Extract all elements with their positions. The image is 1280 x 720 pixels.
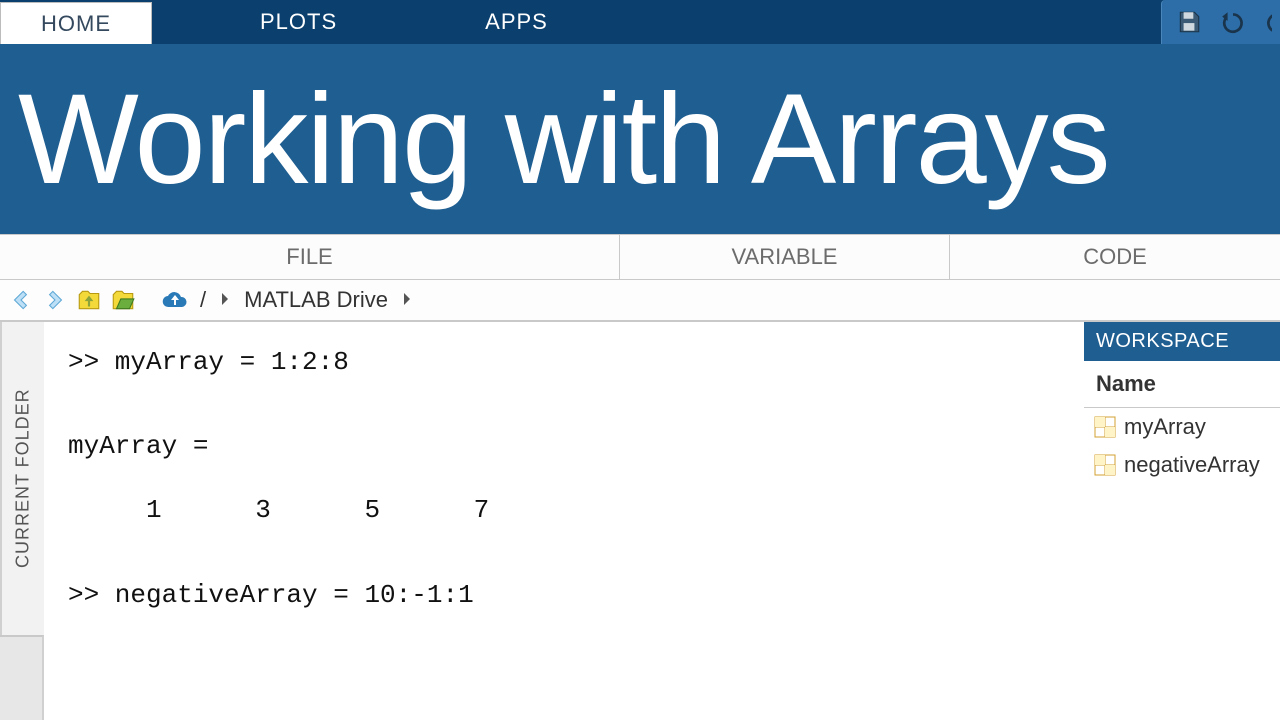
- breadcrumb-root[interactable]: /: [200, 287, 206, 313]
- section-file: FILE: [0, 235, 620, 279]
- cloud-icon[interactable]: [160, 285, 190, 315]
- breadcrumb-drive[interactable]: MATLAB Drive: [244, 287, 388, 313]
- save-icon[interactable]: [1176, 9, 1202, 35]
- workspace-header: WORKSPACE: [1084, 322, 1280, 361]
- banner-title: Working with Arrays: [18, 66, 1109, 213]
- undo-icon[interactable]: [1220, 9, 1246, 35]
- chevron-right-icon: [402, 292, 412, 309]
- browse-folder-icon[interactable]: [108, 285, 138, 315]
- section-variable: VARIABLE: [620, 235, 950, 279]
- main-tabstrip: HOME PLOTS APPS: [0, 0, 1280, 44]
- main-area: CURRENT FOLDER >> myArray = 1:2:8 myArra…: [0, 322, 1280, 720]
- workspace-variable[interactable]: negativeArray: [1084, 446, 1280, 484]
- workspace-variable-name: myArray: [1124, 414, 1206, 440]
- workspace-column-name[interactable]: Name: [1084, 361, 1280, 408]
- output-varname: myArray =: [68, 424, 1060, 468]
- nav-back-icon[interactable]: [6, 285, 36, 315]
- title-banner: Working with Arrays: [0, 44, 1280, 234]
- command-input-line: >> myArray = 1:2:8: [68, 340, 1060, 384]
- command-input-line: >> negativeArray = 10:-1:1: [68, 573, 1060, 617]
- folder-up-icon[interactable]: [74, 285, 104, 315]
- redo-icon[interactable]: [1264, 9, 1272, 35]
- command-window[interactable]: >> myArray = 1:2:8 myArray = 1 3 5 7 >> …: [44, 322, 1084, 720]
- workspace-variable[interactable]: myArray: [1084, 408, 1280, 446]
- section-code: CODE: [950, 235, 1280, 279]
- toolstrip-sections: FILE VARIABLE CODE: [0, 234, 1280, 280]
- variable-icon: [1094, 416, 1116, 438]
- chevron-right-icon: [220, 292, 230, 309]
- nav-forward-icon[interactable]: [40, 285, 70, 315]
- quick-access-toolbar: [1161, 0, 1280, 44]
- workspace-variable-name: negativeArray: [1124, 452, 1260, 478]
- workspace-panel: WORKSPACE Name myArray negativeArray: [1084, 322, 1280, 720]
- tab-apps[interactable]: APPS: [445, 0, 588, 44]
- sidebar-spacer: [0, 635, 44, 720]
- output-values: 1 3 5 7: [68, 488, 1060, 532]
- address-bar: / MATLAB Drive: [0, 280, 1280, 322]
- current-folder-panel-tab[interactable]: CURRENT FOLDER: [0, 322, 44, 635]
- variable-icon: [1094, 454, 1116, 476]
- tab-home[interactable]: HOME: [0, 2, 152, 44]
- tab-plots[interactable]: PLOTS: [220, 0, 377, 44]
